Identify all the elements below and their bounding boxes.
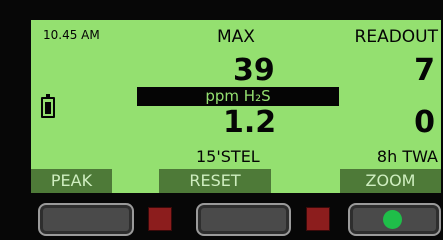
unit-banner: ppm H₂S [137,87,339,106]
twa-value: 0 [414,105,435,140]
alarm-led-icon [306,207,330,231]
gas-unit: ppm H₂S [205,87,271,105]
softkey-peak[interactable]: PEAK [31,169,112,193]
battery-icon [41,94,55,118]
softkey-bar: PEAK RESET ZOOM [31,169,441,193]
left-hardware-button[interactable] [38,203,134,236]
readout-value: 7 [414,53,435,88]
max-value: 39 [233,53,275,88]
stel-label: 15'STEL [196,147,260,166]
alarm-led-icon [148,207,172,231]
stel-value: 1.2 [223,105,277,140]
softkey-zoom[interactable]: ZOOM [340,169,441,193]
lcd-screen: 10.45 AM MAX READOUT 39 7 ppm H₂S 1.2 0 … [31,20,441,193]
twa-label: 8h TWA [376,147,438,166]
max-label: MAX [217,27,255,47]
battery-fill [45,102,51,114]
status-led-icon [383,210,402,229]
gas-detector-device: 10.45 AM MAX READOUT 39 7 ppm H₂S 1.2 0 … [0,0,443,240]
softkey-reset[interactable]: RESET [159,169,271,193]
readout-label: READOUT [354,27,438,47]
clock-time: 10.45 AM [43,28,100,42]
middle-hardware-button[interactable] [196,203,291,236]
